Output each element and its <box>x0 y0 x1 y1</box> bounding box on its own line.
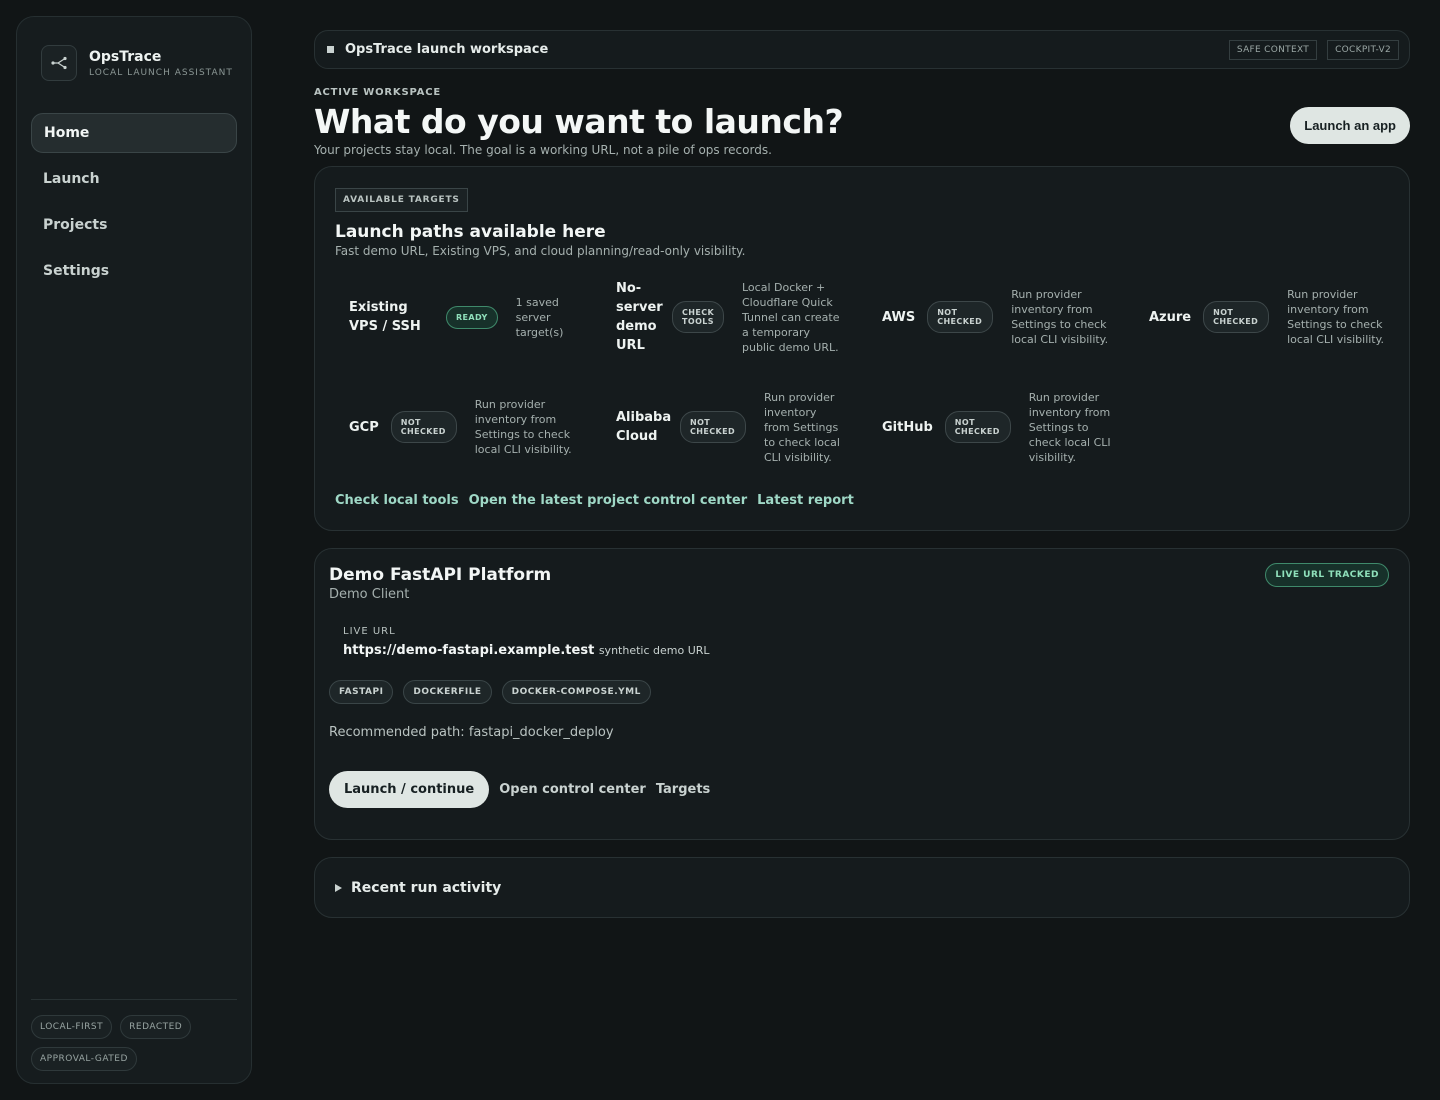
target-desc: Run provider inventory from Settings to … <box>1287 288 1385 346</box>
target-desc: Run provider inventory from Settings to … <box>1011 288 1109 346</box>
sidebar-nav: Home Launch Projects Settings <box>31 113 237 297</box>
target-status: NOT CHECKED <box>944 411 1011 443</box>
sidebar-item-launch[interactable]: Launch <box>31 159 237 199</box>
recommended-path: Recommended path: fastapi_docker_deploy <box>329 725 614 740</box>
launch-continue-button[interactable]: Launch / continue <box>329 771 490 808</box>
tag-cockpit-version: COCKPIT-V2 <box>1327 40 1399 60</box>
target-github[interactable]: GitHub NOT CHECKED Run provider inventor… <box>882 389 1115 465</box>
page-title: What do you want to launch? <box>314 102 844 141</box>
target-name: Alibaba Cloud <box>616 410 672 444</box>
target-azure[interactable]: Azure NOT CHECKED Run provider inventory… <box>1149 279 1385 355</box>
target-name: No-server demo URL <box>616 281 663 353</box>
open-control-center-link[interactable]: Open the latest project control center <box>469 493 748 508</box>
stack-chips: FASTAPI DOCKERFILE DOCKER-COMPOSE.YML <box>329 680 1395 704</box>
topbar-title: OpsTrace launch workspace <box>345 42 549 57</box>
target-name: GCP <box>349 419 379 435</box>
target-status: NOT CHECKED <box>927 301 994 333</box>
sidebar-item-projects[interactable]: Projects <box>31 205 237 245</box>
latest-report-link[interactable]: Latest report <box>757 493 854 508</box>
target-desc: 1 saved server target(s) <box>515 295 564 339</box>
targets-badge: AVAILABLE TARGETS <box>335 188 468 212</box>
sidebar-pills: LOCAL-FIRST REDACTED APPROVAL-GATED <box>31 1015 241 1071</box>
targets-grid: Existing VPS / SSH READY 1 saved server … <box>349 279 1409 469</box>
target-aws[interactable]: AWS NOT CHECKED Run provider inventory f… <box>882 279 1111 355</box>
brand-name: OpsTrace <box>89 48 162 65</box>
target-name: GitHub <box>882 419 933 435</box>
target-alibaba[interactable]: Alibaba Cloud NOT CHECKED Run provider i… <box>616 389 844 465</box>
live-url-badge: LIVE URL TRACKED <box>1265 563 1389 587</box>
sidebar: OpsTrace LOCAL LAUNCH ASSISTANT Home Lau… <box>16 16 252 1084</box>
pill-local-first: LOCAL-FIRST <box>31 1015 113 1039</box>
target-desc: Run provider inventory from Settings to … <box>474 398 572 456</box>
live-url-link[interactable]: https://demo-fastapi.example.test <box>343 643 594 658</box>
square-icon <box>327 46 334 53</box>
disclosure-triangle-icon <box>335 883 342 892</box>
project-actions: Launch / continue Open control center Ta… <box>329 771 1395 808</box>
recent-activity-label: Recent run activity <box>351 879 502 896</box>
open-control-center-button[interactable]: Open control center <box>499 782 646 797</box>
tag-safe-context: SAFE CONTEXT <box>1228 40 1318 60</box>
target-desc: Local Docker + Cloudflare Quick Tunnel c… <box>742 280 840 354</box>
target-name: Existing VPS / SSH <box>349 300 421 334</box>
check-local-tools-link[interactable]: Check local tools <box>335 493 459 508</box>
target-name: Azure <box>1149 309 1192 325</box>
live-url-note: synthetic demo URL <box>598 644 710 657</box>
target-status: READY <box>446 305 498 329</box>
targets-title: Launch paths available here <box>335 222 606 242</box>
share-branch-icon <box>41 45 77 81</box>
project-client: Demo Client <box>329 587 410 602</box>
page-subtitle: Your projects stay local. The goal is a … <box>314 143 772 157</box>
sidebar-item-settings[interactable]: Settings <box>31 251 237 291</box>
target-gcp[interactable]: GCP NOT CHECKED Run provider inventory f… <box>349 389 575 465</box>
targets-links: Check local tools Open the latest projec… <box>335 493 854 508</box>
project-title: Demo FastAPI Platform <box>329 565 552 585</box>
hero-eyebrow: ACTIVE WORKSPACE <box>314 87 441 98</box>
pill-redacted: REDACTED <box>120 1015 192 1039</box>
target-no-server-demo[interactable]: No-server demo URL CHECK TOOLS Local Doc… <box>616 279 846 355</box>
target-status: NOT CHECKED <box>1203 301 1270 333</box>
target-desc: Run provider inventory from Settings to … <box>764 390 840 464</box>
recent-activity-toggle[interactable]: Recent run activity <box>314 857 1410 918</box>
launch-app-button[interactable]: Launch an app <box>1290 107 1410 144</box>
target-existing-vps[interactable]: Existing VPS / SSH READY 1 saved server … <box>349 279 576 355</box>
brand: OpsTrace LOCAL LAUNCH ASSISTANT <box>41 45 233 81</box>
main-content: OpsTrace launch workspace SAFE CONTEXT C… <box>314 30 1410 918</box>
chip-docker-compose: DOCKER-COMPOSE.YML <box>501 680 651 704</box>
chip-dockerfile: DOCKERFILE <box>403 680 492 704</box>
pill-approval-gated: APPROVAL-GATED <box>31 1047 137 1071</box>
sidebar-divider <box>31 999 237 1000</box>
sidebar-item-home[interactable]: Home <box>31 113 237 153</box>
target-name: AWS <box>882 309 916 325</box>
target-status: CHECK TOOLS <box>672 301 724 333</box>
targets-card: AVAILABLE TARGETS Launch paths available… <box>314 166 1410 531</box>
target-status: NOT CHECKED <box>680 411 746 443</box>
targets-subtitle: Fast demo URL, Existing VPS, and cloud p… <box>335 244 746 258</box>
live-url-label: LIVE URL <box>343 626 396 637</box>
project-card: Demo FastAPI Platform Demo Client LIVE U… <box>314 548 1410 840</box>
target-status: NOT CHECKED <box>390 411 457 443</box>
target-desc: Run provider inventory from Settings to … <box>1028 390 1111 464</box>
targets-button[interactable]: Targets <box>656 782 710 797</box>
chip-fastapi: FASTAPI <box>329 680 394 704</box>
live-url-block: LIVE URL https://demo-fastapi.example.te… <box>343 626 1395 658</box>
topbar: OpsTrace launch workspace SAFE CONTEXT C… <box>314 30 1410 69</box>
brand-subtitle: LOCAL LAUNCH ASSISTANT <box>89 67 233 78</box>
